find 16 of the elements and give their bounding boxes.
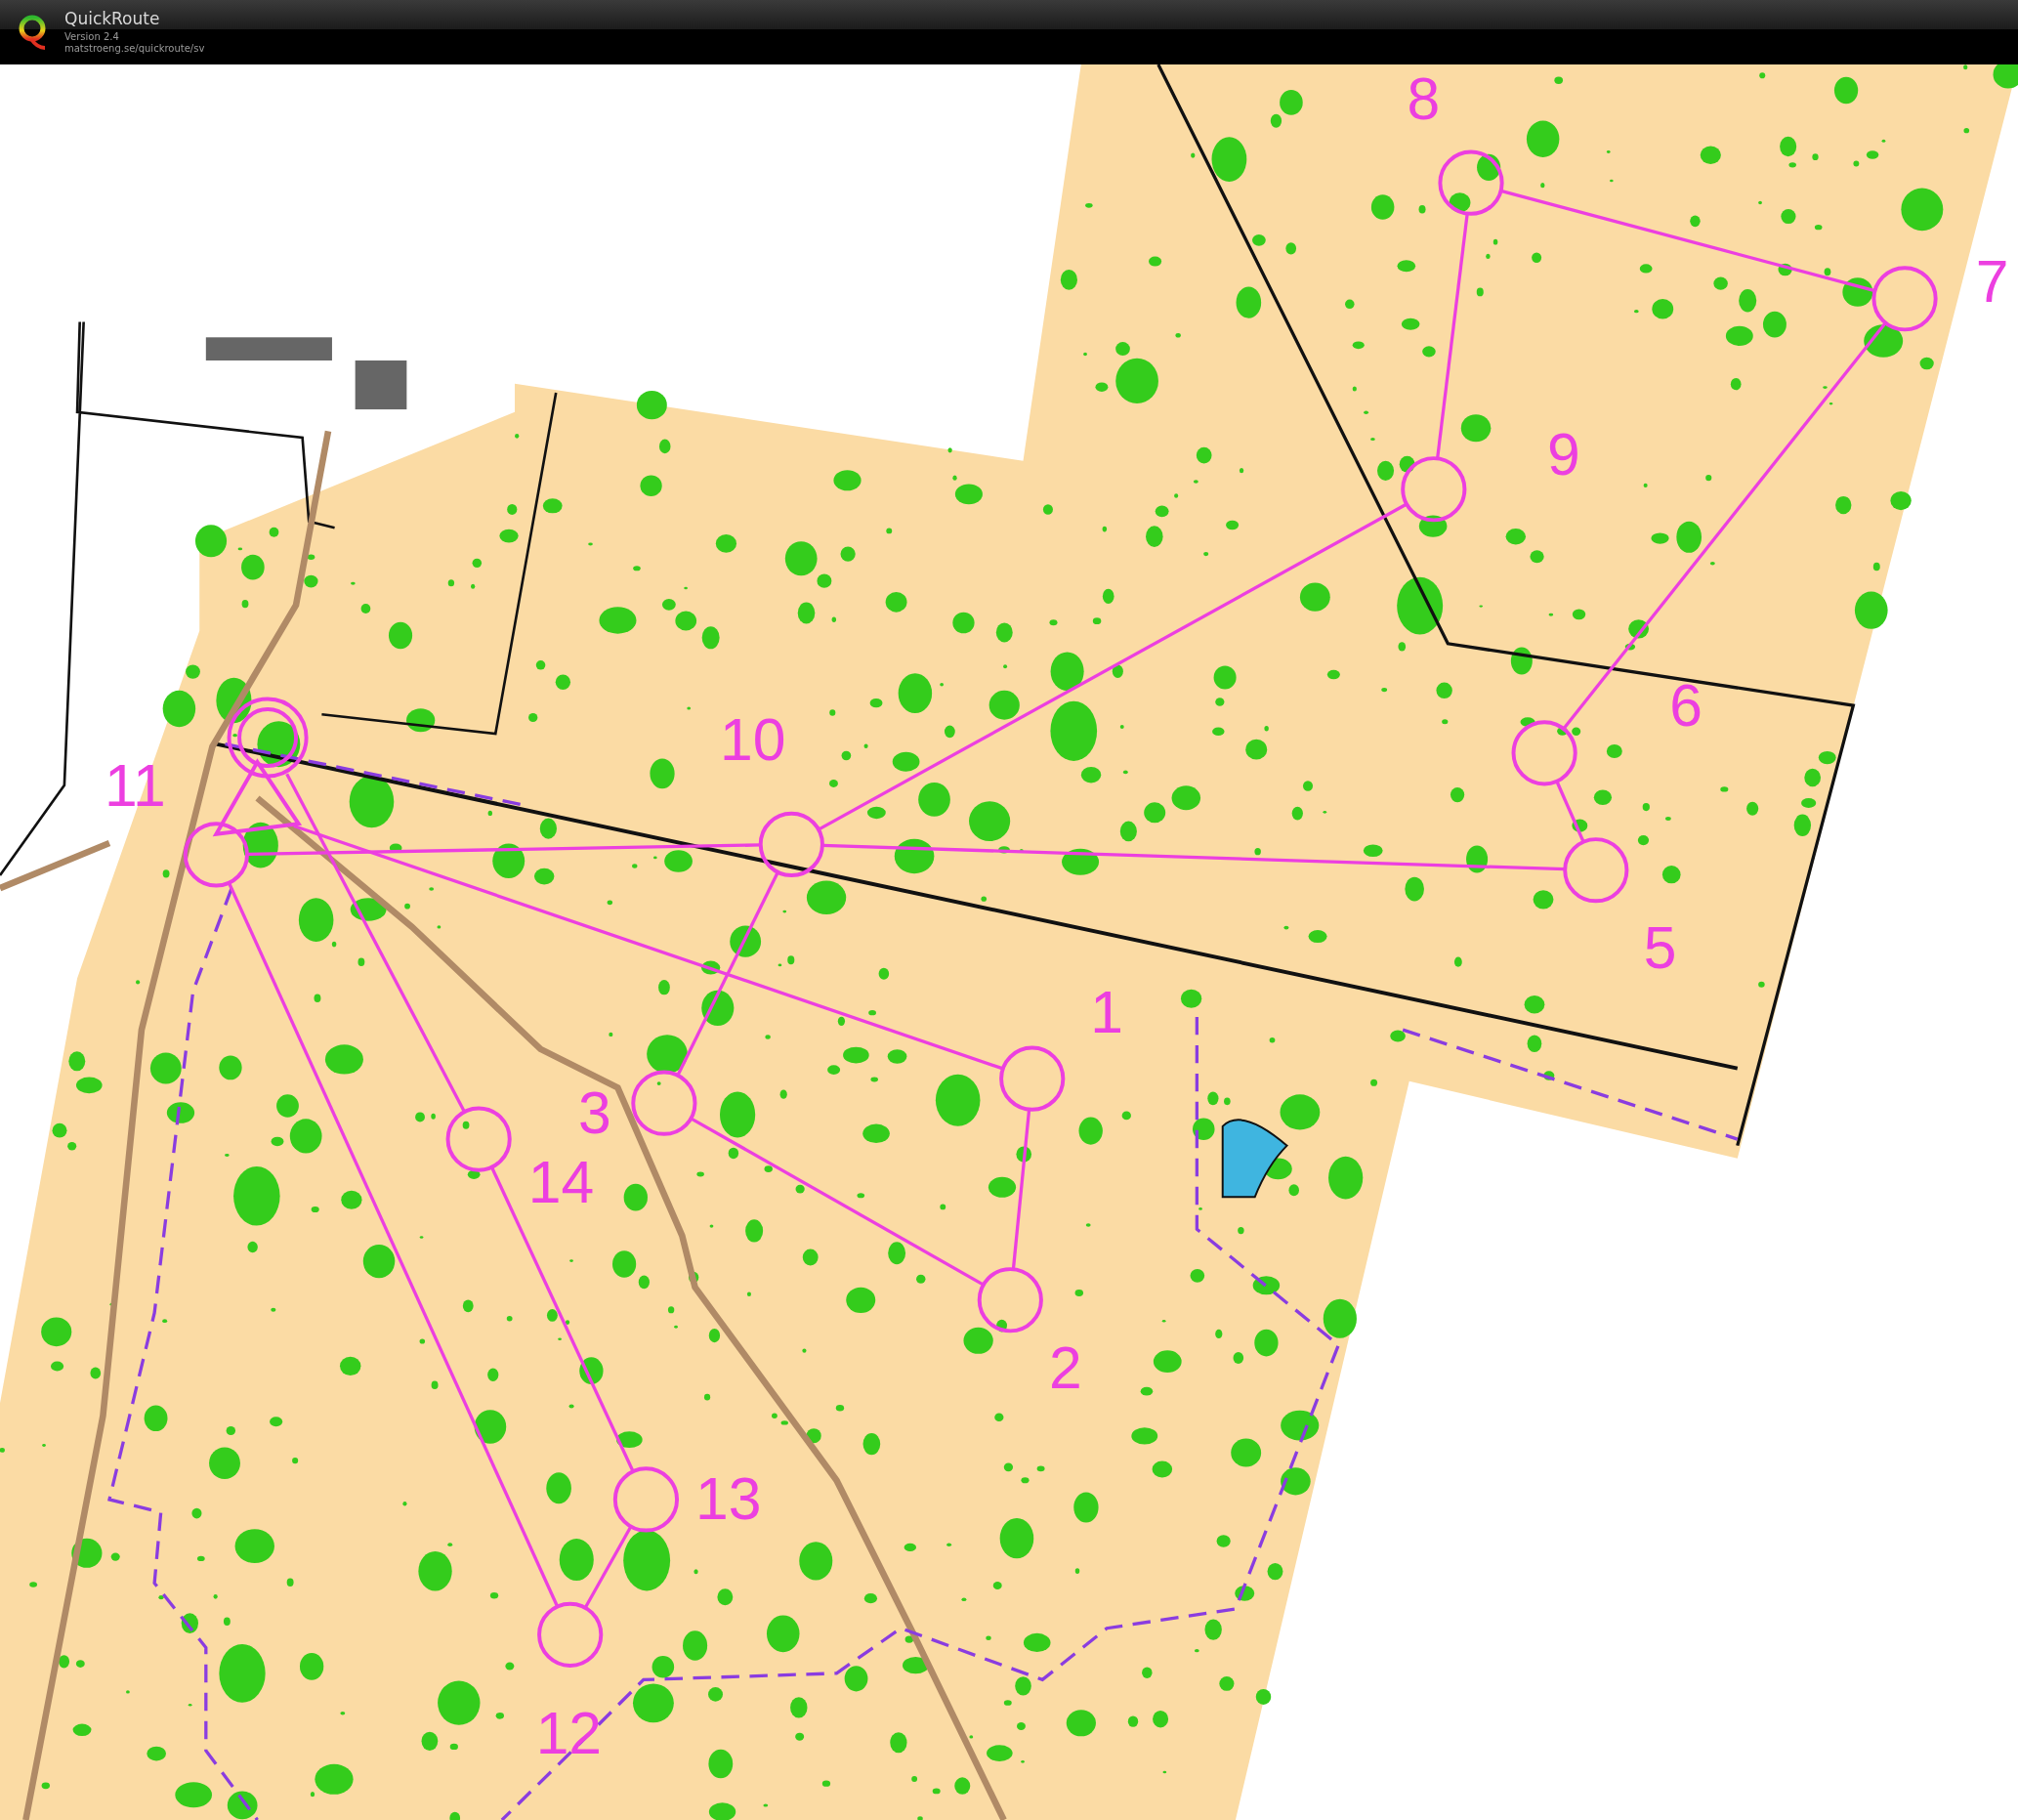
control-number: 1 bbox=[1090, 978, 1123, 1045]
control-number: 5 bbox=[1643, 914, 1677, 982]
control-number: 7 bbox=[1975, 247, 2009, 315]
control-number: 14 bbox=[527, 1148, 595, 1215]
control-number: 8 bbox=[1407, 64, 1441, 132]
control-number: 10 bbox=[720, 705, 786, 773]
app-title: QuickRoute bbox=[64, 10, 161, 27]
control-number: 11 bbox=[104, 752, 166, 820]
control-number: 9 bbox=[1547, 421, 1580, 488]
app-url: matstroeng.se/quickroute/sv bbox=[64, 42, 205, 55]
app-version: Version 2.4 bbox=[64, 30, 120, 43]
control-number: 3 bbox=[577, 1079, 611, 1146]
control-number: 13 bbox=[695, 1464, 762, 1532]
control-number: 6 bbox=[1669, 672, 1703, 740]
control-number: 2 bbox=[1049, 1333, 1082, 1401]
control-number: 12 bbox=[535, 1699, 603, 1766]
